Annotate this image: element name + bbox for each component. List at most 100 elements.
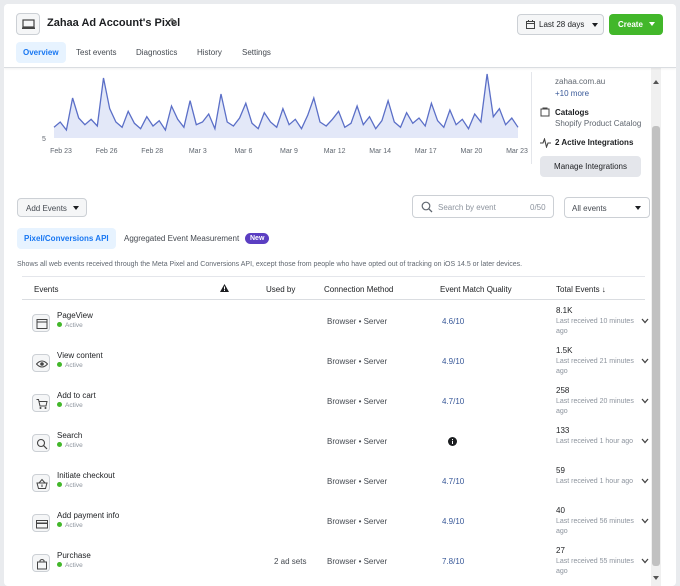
last-received: Last received 20 minutes ago [556,398,634,415]
active-dot-icon [57,562,62,567]
col-connection-method[interactable]: Connection Method [324,285,393,294]
date-range-label: Last 28 days [539,20,585,29]
add-events-button[interactable]: Add Events [17,198,87,217]
tab-aggregated-event-measurement[interactable]: Aggregated Event Measurement [124,234,239,243]
manage-integrations-button[interactable]: Manage Integrations [540,156,641,177]
chevron-down-icon[interactable] [641,398,649,404]
total-events: 40 [556,506,565,515]
chevron-down-icon[interactable] [641,438,649,444]
integrations-pulse-icon [540,138,551,148]
scroll-up-arrow-icon[interactable] [653,80,659,84]
header: Zahaa Ad Account's Pixel ✎ Last 28 days … [4,4,676,68]
search-char-count: 0/50 [530,203,546,212]
active-integrations-label: 2 Active Integrations [555,138,634,147]
tab-settings[interactable]: Settings [242,42,271,63]
event-status: Active [57,562,83,569]
event-name: Add to cart [57,391,96,400]
active-dot-icon [57,402,62,407]
active-dot-icon [57,362,62,367]
table-row[interactable]: Add payment info Active Browser • Server… [22,504,649,544]
table-row[interactable]: Purchase Active 2 ad sets Browser • Serv… [22,544,649,584]
total-events: 27 [556,546,565,555]
tab-pixel-conversions-api[interactable]: Pixel/Conversions API [17,228,116,249]
active-dot-icon [57,482,62,487]
scrollbar-thumb[interactable] [652,126,660,566]
date-range-button[interactable]: Last 28 days [517,14,604,35]
tab-test-events[interactable]: Test events [76,42,116,63]
col-events[interactable]: Events [34,285,58,294]
tab-history[interactable]: History [197,42,222,63]
event-match-quality[interactable]: 7.8/10 [442,557,464,566]
calendar-icon [526,20,535,29]
tab-diagnostics[interactable]: Diagnostics [136,42,177,63]
event-match-quality[interactable]: 4.7/10 [442,477,464,486]
credit-card-icon [32,514,50,532]
col-event-match-quality[interactable]: Event Match Quality [440,285,512,294]
chevron-down-icon[interactable] [641,318,649,324]
event-status: Active [57,442,83,449]
chevron-down-icon[interactable] [641,558,649,564]
event-match-quality[interactable]: 4.9/10 [442,357,464,366]
catalog-icon [540,107,550,117]
last-received: Last received 55 minutes ago [556,558,634,575]
connection-method: Browser • Server [327,437,388,446]
table-row[interactable]: Initiate checkout Active Browser • Serve… [22,464,649,504]
warning-icon[interactable] [220,284,229,292]
chevron-down-icon[interactable] [641,518,649,524]
tab-overview[interactable]: Overview [16,42,66,63]
caret-down-icon [635,206,641,210]
event-match-quality[interactable]: 4.7/10 [442,397,464,406]
scroll-down-arrow-icon[interactable] [653,576,659,580]
x-tick-label: Mar 14 [369,148,392,155]
chevron-down-icon[interactable] [641,478,649,484]
col-used-by[interactable]: Used by [266,285,295,294]
create-button[interactable]: Create [609,14,663,35]
used-by[interactable]: 2 ad sets [274,557,306,566]
info-icon[interactable] [448,437,457,446]
connection-method: Browser • Server [327,317,388,326]
chevron-down-icon[interactable] [641,358,649,364]
x-tick-label: Feb 28 [141,148,164,155]
more-domains-link[interactable]: +10 more [555,89,589,98]
active-dot-icon [57,442,62,447]
table-row[interactable]: PageView Active Browser • Server 4.6/10 … [22,304,649,344]
eye-icon [32,354,50,372]
table-row[interactable]: Add to cart Active Browser • Server 4.7/… [22,384,649,424]
create-label: Create [618,20,643,29]
table-header: Events Used by Connection Method Event M… [22,276,645,300]
total-events: 8.1K [556,306,573,315]
event-name: Add payment info [57,511,120,520]
catalogs-label: Catalogs [555,108,589,117]
event-filter-select[interactable]: All events [564,197,650,218]
edit-pencil-icon[interactable]: ✎ [169,16,178,29]
shopping-bag-icon [32,554,50,572]
x-tick-label: Mar 23 [506,148,528,155]
divider [531,72,532,164]
pixel-overview-window: Zahaa Ad Account's Pixel ✎ Last 28 days … [4,4,676,586]
active-dot-icon [57,522,62,527]
event-status: Active [57,402,83,409]
vertical-scrollbar[interactable] [651,68,661,586]
event-match-quality[interactable]: 4.9/10 [442,517,464,526]
event-name: Purchase [57,551,91,560]
last-received: Last received 10 minutes ago [556,318,634,335]
search-placeholder: Search by event [438,203,496,212]
x-tick-label: Mar 9 [280,148,298,155]
event-filter-value: All events [572,204,607,213]
last-received: Last received 1 hour ago [556,438,634,445]
col-total-events[interactable]: Total Events ↓ [556,285,606,294]
event-match-quality[interactable]: 4.6/10 [442,317,464,326]
table-row[interactable]: View content Active Browser • Server 4.9… [22,344,649,384]
search-input[interactable]: Search by event 0/50 [412,195,554,218]
scroll-content: 5 Feb 23 Feb 26 Feb 28 Mar 3 Mar 6 Mar 9 Mar 1… [4,68,651,586]
chart-area-fill [54,74,518,138]
catalog-name: Shopify Product Catalog [555,119,642,128]
x-tick-label: Mar 20 [460,148,483,155]
table-row[interactable]: Search Active Browser • Server 133 Last … [22,424,649,464]
add-events-label: Add Events [26,204,67,213]
x-tick-label: Mar 12 [323,148,346,155]
connection-method: Browser • Server [327,557,388,566]
last-received: Last received 1 hour ago [556,478,634,485]
event-name: Search [57,431,83,440]
event-status: Active [57,482,83,489]
